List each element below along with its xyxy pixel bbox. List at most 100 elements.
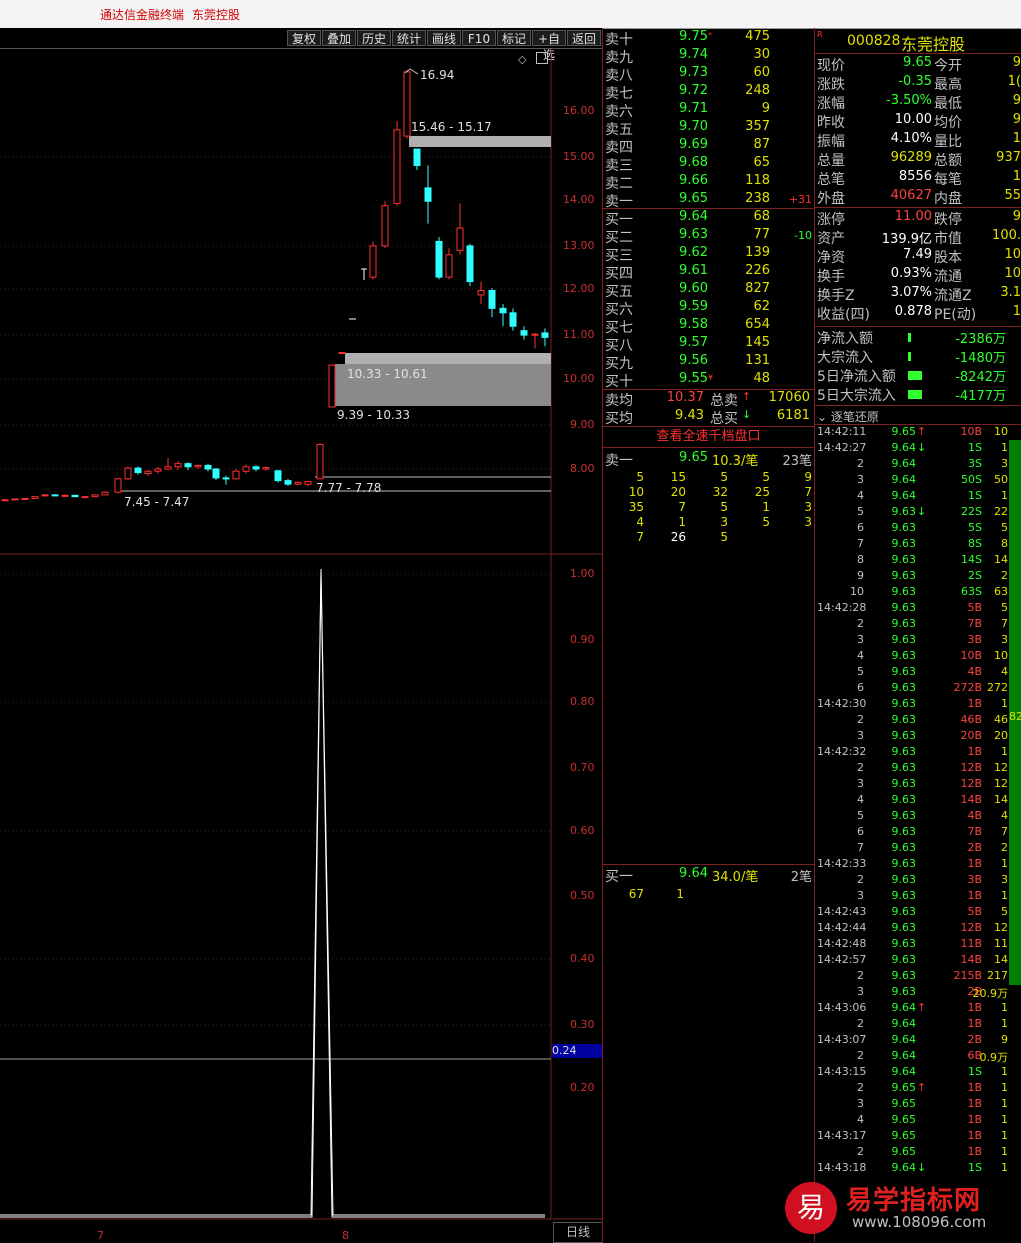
tick-time: 7 [857,537,864,550]
bid-row[interactable]: 买三 9.62 139 [604,245,814,264]
candle-body [194,464,202,468]
flow-row: 净流入额 -2386万 [816,328,1021,347]
total-buy-label: 总买 [710,411,738,427]
level-volume: 62 [753,299,770,314]
flow-bar [908,390,922,399]
tick-time: 9 [857,569,864,582]
draw-line-button[interactable]: 画线 [427,30,461,46]
quote-key: 涨幅 [817,96,845,112]
high-price-label: 16.94 [420,68,455,82]
ask-row[interactable]: 卖一 9.65 238 +31 [604,191,814,210]
queue-cell: 32 [712,485,728,499]
candle-body [31,496,39,499]
f10-button[interactable]: F10 [462,30,496,46]
bid-row[interactable]: 买二 9.63 77 -10 [604,227,814,246]
ask-row[interactable]: 卖九 9.74 30 [604,47,814,66]
chart-area[interactable]: ◇ 16.94 15.46 - 15.17 10.33 - 10.61 9.39… [0,49,603,1243]
tick-price: 9.65 [891,1081,917,1094]
candle-body [1,499,9,502]
history-button[interactable]: 历史 [357,30,391,46]
bid-row[interactable]: 买四 9.61 226 [604,263,814,282]
level-label: 买七 [605,320,633,336]
quote-row: 总笔 8556 每笔 1 [816,169,1021,188]
quote-row: 涨停 11.00 跌停 9 [816,209,1021,228]
add-watchlist-button[interactable]: +自选 [532,30,566,62]
bid-row[interactable]: 买六 9.59 62 [604,299,814,318]
back-button[interactable]: 返回 [567,30,601,46]
kline-chart[interactable] [0,49,603,1242]
tick-time: 14:42:43 [817,905,867,918]
level-label: 买八 [605,338,633,354]
level-volume: 226 [745,263,770,278]
quote-value: -0.35 [898,74,932,89]
avg-buy-row: 买均 9.43 总买 ↓ 6181 [604,408,814,427]
tick-count: 3 [1001,457,1008,470]
bid-row[interactable]: 买九 9.56 131 [604,353,814,372]
level-volume: 248 [745,83,770,98]
full-book-link[interactable]: 查看全速千档盘口 [603,426,814,448]
ask-row[interactable]: 卖三 9.68 65 [604,155,814,174]
tick-time: 14:42:27 [817,441,867,454]
flow-key: 大宗流入 [817,350,873,366]
separator [603,864,814,865]
level-label: 买十 [605,374,633,390]
bid-row[interactable]: 买一 9.64 68 [604,209,814,228]
ticks-title[interactable]: ⌄ 逐笔还原 [817,408,879,425]
tick-price: 9.65 [891,425,917,438]
tick-time: 4 [857,793,864,806]
diamond-icon[interactable]: ◇ [518,53,526,66]
tick-time: 2 [857,457,864,470]
queue-cell: 20 [670,485,686,499]
flow-row: 5日大宗流入 -4177万 [816,385,1021,404]
tick-row: 6 9.63 7B 7 [816,825,1008,841]
queue-cell: 3 [720,515,728,529]
bid-row[interactable]: 买十 9.55 ¥48 [604,371,814,390]
level-volume: 48 [753,371,770,386]
gap-label-2: 10.33 - 10.61 [347,367,428,381]
ask-row[interactable]: 卖七 9.72 248 [604,83,814,102]
tick-row: 14:43:18 9.64 ↓ 1S 1 [816,1161,1008,1177]
period-selector[interactable]: 日线 [553,1222,603,1243]
mark-button[interactable]: 标记 [497,30,531,46]
quote-key: 总量 [817,153,845,169]
tick-price: 9.64 [891,1001,917,1014]
tick-price: 9.63 [891,793,917,806]
tick-price: 9.64 [891,1017,917,1030]
flow-value: -4177万 [955,389,1006,404]
tick-price: 9.63 [891,569,917,582]
arrow-up-icon: ↑ [917,1001,927,1014]
level-price: 9.55 [679,371,708,386]
ask-row[interactable]: 卖六 9.71 9 [604,101,814,120]
bid-row[interactable]: 买五 9.60 827 [604,281,814,300]
quote-key-2: 跌停 [934,212,962,228]
tick-time: 2 [857,1081,864,1094]
tick-count: 1 [1001,1001,1008,1014]
quote-key: 昨收 [817,115,845,131]
quote-row: 总量 96289 总额 937 [816,150,1021,169]
queue-sell-row: 5 15 5 5 9 [604,470,814,485]
price-axis-tick: 16.00 [563,104,595,117]
bid-row[interactable]: 买七 9.58 654 [604,317,814,336]
level-price: 9.74 [679,47,708,62]
ask-row[interactable]: 卖四 9.69 87 [604,137,814,156]
overlay-button[interactable]: 叠加 [322,30,356,46]
candle-body [262,467,270,470]
bid-row[interactable]: 买八 9.57 145 [604,335,814,354]
queue-cell: 67 [628,887,644,901]
ask-row[interactable]: 卖五 9.70 357 [604,119,814,138]
restore-rights-button[interactable]: 复权 [287,30,321,46]
quote-key: 净资 [817,250,845,266]
tick-row: 2 9.65 1B 1 [816,1145,1008,1161]
collapse-icon[interactable]: ⌄ [817,410,827,424]
window-toggle-icon[interactable] [536,52,548,64]
ask-row[interactable]: 卖十 9.75 * 475 [604,29,814,48]
tick-row: 4 9.65 1B 1 [816,1113,1008,1129]
ask-row[interactable]: 卖二 9.66 118 [604,173,814,192]
statistics-button[interactable]: 统计 [392,30,426,46]
quote-value-2: 937 [996,150,1021,165]
tick-count: 20 [994,729,1008,742]
tick-time: 2 [857,873,864,886]
queue-sell-label: 卖一 [605,453,633,469]
ask-row[interactable]: 卖八 9.73 60 [604,65,814,84]
candle-body [232,470,240,480]
